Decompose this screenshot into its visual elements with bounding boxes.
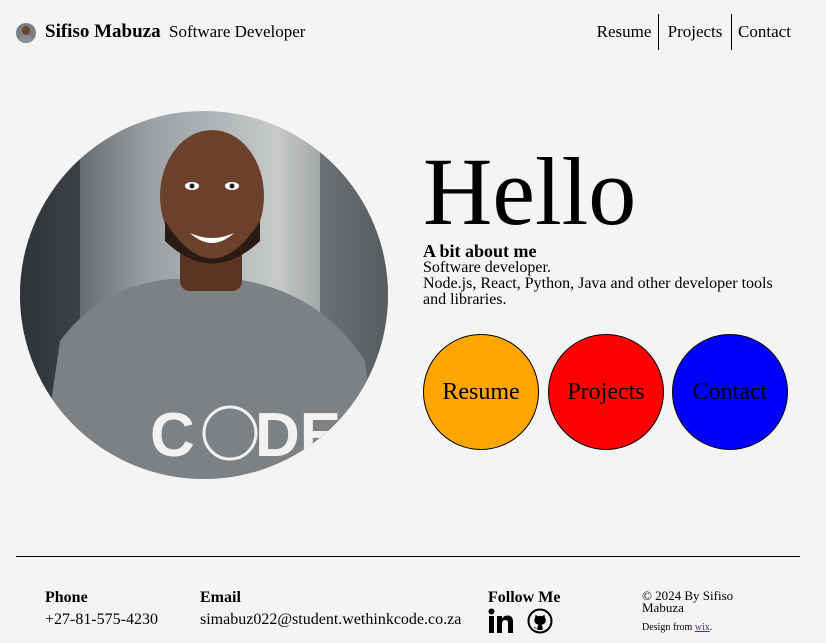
follow-label: Follow Me — [488, 589, 561, 606]
profile-photo: C DE — [20, 111, 388, 479]
nav-contact-link[interactable]: Contact — [731, 14, 797, 50]
about-skills: Node.js, React, Python, Java and other d… — [423, 275, 773, 308]
design-credit: Design from wix. — [642, 622, 712, 634]
design-credit-suffix: . — [709, 622, 713, 633]
email-value[interactable]: simabuz022@student.wethinkcode.co.za — [200, 611, 461, 629]
nav-projects-link[interactable]: Projects — [658, 14, 731, 50]
avatar-body — [18, 35, 34, 43]
design-credit-prefix: Design from — [642, 622, 695, 633]
footer-divider — [16, 556, 800, 557]
wix-link[interactable]: wix — [695, 622, 710, 633]
resume-button[interactable]: Resume — [423, 334, 539, 450]
nav-resume-link[interactable]: Resume — [590, 14, 658, 50]
projects-button[interactable]: Projects — [548, 334, 664, 450]
about-role: Software developer. — [423, 259, 551, 276]
email-label: Email — [200, 589, 241, 606]
site-tagline: Software Developer — [169, 22, 306, 41]
contact-button[interactable]: Contact — [672, 334, 788, 450]
svg-text:DE: DE — [255, 401, 341, 470]
phone-label: Phone — [45, 589, 88, 606]
hello-heading: Hello — [423, 138, 637, 245]
svg-text:C: C — [150, 401, 195, 470]
avatar[interactable] — [16, 23, 36, 43]
linkedin-icon[interactable] — [488, 608, 514, 634]
avatar-face — [22, 26, 30, 35]
about-title: A bit about me — [423, 241, 537, 261]
site-name[interactable]: Sifiso Mabuza — [45, 21, 161, 43]
phone-value: +27-81-575-4230 — [45, 611, 159, 628]
copyright-text: © 2024 By Sifiso Mabuza — [642, 588, 734, 615]
github-icon[interactable] — [527, 608, 553, 634]
